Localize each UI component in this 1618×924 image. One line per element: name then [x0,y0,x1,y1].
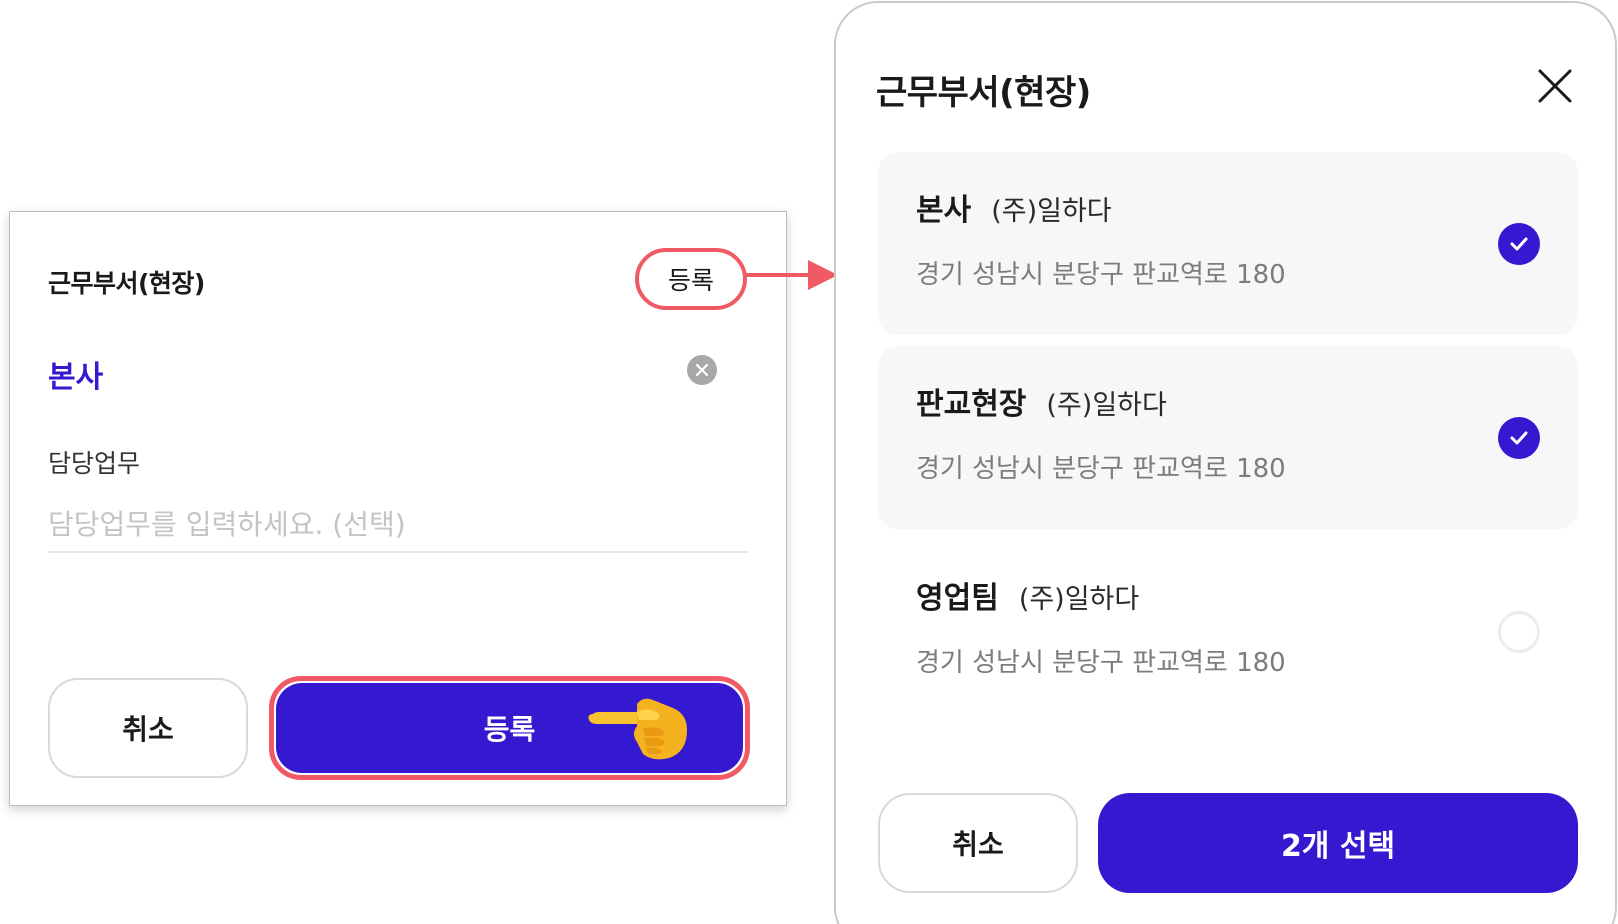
form-title: 근무부서(현장) [48,269,205,298]
option-item-head-office[interactable]: 본사 (주)일하다 경기 성남시 분당구 판교역로 180 [878,152,1578,335]
close-button[interactable] [1536,67,1574,105]
pointing-hand-icon [588,698,687,760]
option-name: 판교현장 (주)일하다 [916,379,1167,423]
option-checkbox[interactable] [1498,611,1540,653]
clear-selection-button[interactable] [687,355,717,385]
arrow-right-icon [744,260,838,290]
option-name-text: 본사 [916,193,972,228]
modal-cancel-button[interactable]: 취소 [878,793,1078,893]
option-address: 경기 성남시 분당구 판교역로 180 [916,260,1286,290]
check-icon [1510,237,1528,251]
clear-icon [695,363,709,377]
cancel-button[interactable]: 취소 [48,678,248,778]
option-company: (주)일하다 [991,196,1112,227]
register-department-link[interactable]: 등록 [635,248,747,310]
option-address: 경기 성남시 분당구 판교역로 180 [916,454,1286,484]
department-select-modal: 근무부서(현장) 본사 (주)일하다 경기 성남시 분당구 판교역로 180 판교… [834,1,1617,924]
option-name: 본사 (주)일하다 [916,185,1112,229]
close-icon [1538,69,1572,103]
department-form-card: 근무부서(현장) 등록 본사 담당업무 취소 등록 [9,211,787,806]
confirm-selection-button[interactable]: 2개 선택 [1098,793,1578,893]
option-item-sales-team[interactable]: 영업팀 (주)일하다 경기 성남시 분당구 판교역로 180 [878,540,1578,723]
option-name: 영업팀 (주)일하다 [916,573,1139,617]
option-address: 경기 성남시 분당구 판교역로 180 [916,648,1286,678]
modal-title: 근무부서(현장) [876,73,1091,113]
option-checkbox[interactable] [1498,417,1540,459]
option-name-text: 판교현장 [916,387,1027,422]
option-company: (주)일하다 [1046,390,1167,421]
option-checkbox[interactable] [1498,223,1540,265]
duty-label: 담당업무 [48,449,141,478]
option-company: (주)일하다 [1018,584,1140,615]
check-icon [1510,431,1528,445]
option-item-pangyo-site[interactable]: 판교현장 (주)일하다 경기 성남시 분당구 판교역로 180 [878,346,1578,529]
option-name-text: 영업팀 [916,581,999,616]
duty-input[interactable] [48,497,748,553]
selected-department: 본사 [48,360,104,395]
